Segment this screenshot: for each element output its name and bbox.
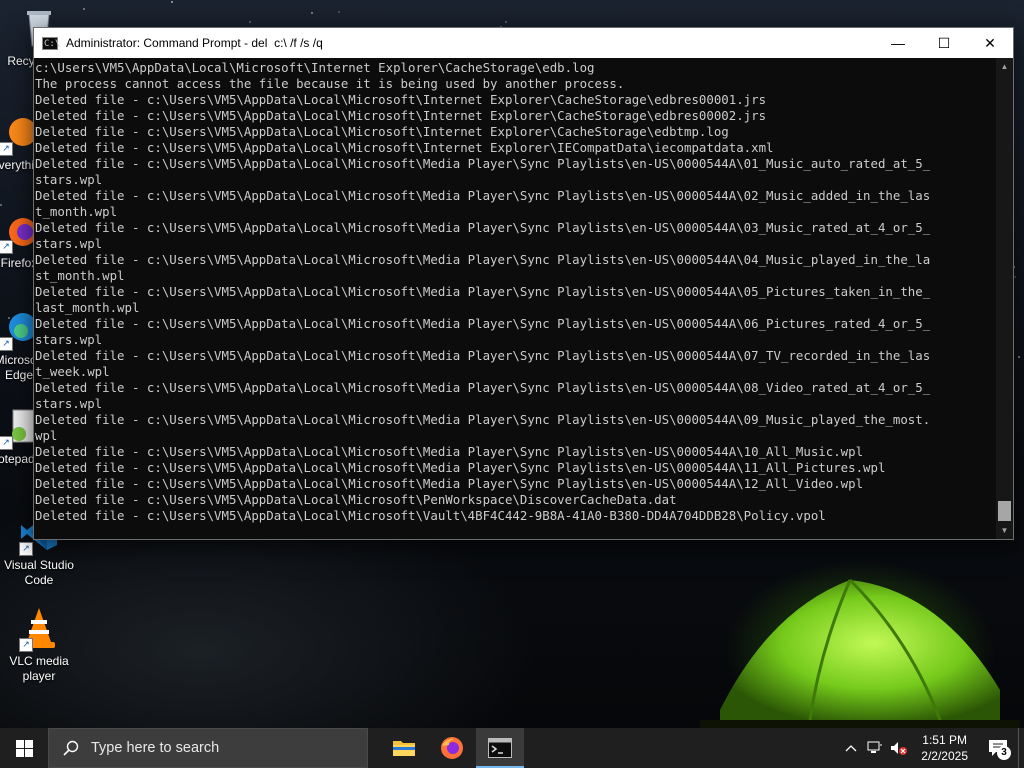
search-placeholder: Type here to search bbox=[91, 740, 220, 756]
show-desktop-button[interactable] bbox=[1018, 728, 1024, 768]
shortcut-arrow-icon: ↗ bbox=[0, 142, 13, 156]
network-icon[interactable] bbox=[863, 741, 887, 755]
taskbar-app-file-explorer[interactable] bbox=[380, 728, 428, 768]
system-tray: 1:51 PM 2/2/2025 3 bbox=[839, 728, 1024, 768]
console-line: Deleted file - c:\Users\VM5\AppData\Loca… bbox=[35, 380, 931, 395]
clock[interactable]: 1:51 PM 2/2/2025 bbox=[911, 732, 978, 764]
clock-date: 2/2/2025 bbox=[921, 749, 968, 763]
console-line: The process cannot access the file becau… bbox=[35, 76, 625, 91]
star bbox=[83, 8, 85, 10]
console-line: Deleted file - c:\Users\VM5\AppData\Loca… bbox=[35, 188, 931, 203]
console-line: Deleted file - c:\Users\VM5\AppData\Loca… bbox=[35, 140, 774, 155]
console-line: Deleted file - c:\Users\VM5\AppData\Loca… bbox=[35, 316, 931, 331]
console-line: t_month.wpl bbox=[35, 204, 118, 219]
vertical-scrollbar[interactable]: ▲ ▼ bbox=[996, 58, 1013, 539]
console-line: Deleted file - c:\Users\VM5\AppData\Loca… bbox=[35, 252, 931, 267]
star bbox=[1018, 356, 1020, 358]
star bbox=[0, 204, 2, 206]
console-line: Deleted file - c:\Users\VM5\AppData\Loca… bbox=[35, 92, 767, 107]
notification-count-badge: 3 bbox=[997, 746, 1011, 760]
star bbox=[311, 12, 313, 14]
start-button[interactable] bbox=[0, 728, 48, 768]
scroll-up-icon[interactable]: ▲ bbox=[996, 58, 1013, 75]
terminal-icon: C:\ bbox=[42, 36, 61, 50]
maximize-button[interactable]: ☐ bbox=[921, 28, 967, 58]
console-line: Deleted file - c:\Users\VM5\AppData\Loca… bbox=[35, 108, 767, 123]
console-line: Deleted file - c:\Users\VM5\AppData\Loca… bbox=[35, 124, 729, 139]
console-line: c:\Users\VM5\AppData\Local\Microsoft\Int… bbox=[35, 60, 595, 75]
title-bar[interactable]: C:\ Administrator: Command Prompt - del … bbox=[34, 28, 1013, 58]
terminal-icon bbox=[488, 738, 512, 758]
minimize-button[interactable]: — bbox=[875, 28, 921, 58]
desktop-icon-vlc[interactable]: ↗ VLC media player bbox=[0, 606, 78, 684]
console-line: last_month.wpl bbox=[35, 300, 140, 315]
star bbox=[249, 21, 251, 23]
star bbox=[1014, 276, 1016, 278]
console-line: Deleted file - c:\Users\VM5\AppData\Loca… bbox=[35, 508, 826, 523]
desktop-icon-label: VLC media player bbox=[9, 654, 69, 683]
clock-time: 1:51 PM bbox=[922, 733, 967, 747]
console-line: Deleted file - c:\Users\VM5\AppData\Loca… bbox=[35, 412, 931, 427]
console-line: stars.wpl bbox=[35, 332, 103, 347]
taskbar-app-firefox[interactable] bbox=[428, 728, 476, 768]
star bbox=[171, 1, 173, 3]
desktop-icon-label: Visual Studio Code bbox=[4, 558, 74, 587]
star bbox=[338, 11, 340, 13]
glowing-tent bbox=[700, 578, 1020, 730]
taskbar-app-command-prompt[interactable] bbox=[476, 728, 524, 768]
console-line: Deleted file - c:\Users\VM5\AppData\Loca… bbox=[35, 444, 864, 459]
chevron-up-icon[interactable] bbox=[839, 744, 863, 752]
command-prompt-window[interactable]: C:\ Administrator: Command Prompt - del … bbox=[33, 27, 1014, 540]
shortcut-arrow-icon: ↗ bbox=[19, 542, 33, 556]
console-line: Deleted file - c:\Users\VM5\AppData\Loca… bbox=[35, 460, 886, 475]
action-center-button[interactable]: 3 bbox=[978, 728, 1018, 768]
close-button[interactable]: ✕ bbox=[967, 28, 1013, 58]
console-line: Deleted file - c:\Users\VM5\AppData\Loca… bbox=[35, 492, 677, 507]
folder-icon bbox=[393, 741, 415, 756]
console-output[interactable]: c:\Users\VM5\AppData\Local\Microsoft\Int… bbox=[34, 58, 996, 539]
scrollbar-thumb[interactable] bbox=[998, 501, 1011, 521]
console-line: Deleted file - c:\Users\VM5\AppData\Loca… bbox=[35, 156, 931, 171]
search-box[interactable]: Type here to search bbox=[48, 728, 368, 768]
console-line: stars.wpl bbox=[35, 396, 103, 411]
shortcut-arrow-icon: ↗ bbox=[0, 337, 13, 351]
taskbar: Type here to search 1:51 PM 2/2/2025 3 bbox=[0, 728, 1024, 768]
shortcut-arrow-icon: ↗ bbox=[0, 436, 13, 450]
console-line: wpl bbox=[35, 428, 58, 443]
search-icon bbox=[63, 740, 79, 756]
console-line: stars.wpl bbox=[35, 172, 103, 187]
volume-muted-icon[interactable] bbox=[887, 741, 911, 755]
console-line: Deleted file - c:\Users\VM5\AppData\Loca… bbox=[35, 476, 864, 491]
shortcut-arrow-icon: ↗ bbox=[19, 638, 33, 652]
console-line: Deleted file - c:\Users\VM5\AppData\Loca… bbox=[35, 220, 931, 235]
star bbox=[505, 21, 507, 23]
console-line: Deleted file - c:\Users\VM5\AppData\Loca… bbox=[35, 348, 931, 363]
vlc-icon: ↗ bbox=[17, 606, 61, 652]
windows-logo-icon bbox=[15, 739, 33, 757]
window-title: Administrator: Command Prompt - del c:\ … bbox=[66, 36, 323, 50]
shortcut-arrow-icon: ↗ bbox=[0, 240, 13, 254]
console-line: st_month.wpl bbox=[35, 268, 125, 283]
console-line: Deleted file - c:\Users\VM5\AppData\Loca… bbox=[35, 284, 931, 299]
console-line: t_week.wpl bbox=[35, 364, 110, 379]
firefox-icon bbox=[441, 737, 463, 759]
scroll-down-icon[interactable]: ▼ bbox=[996, 522, 1013, 539]
console-line: stars.wpl bbox=[35, 236, 103, 251]
